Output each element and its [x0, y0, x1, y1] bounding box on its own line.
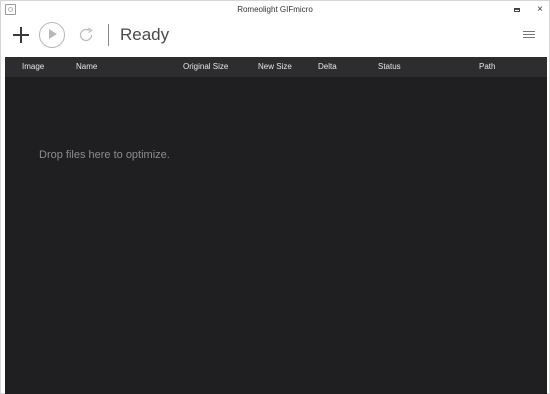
status-text: Ready [120, 25, 170, 44]
column-header-delta[interactable]: Delta [318, 62, 337, 71]
refresh-button[interactable] [76, 25, 96, 45]
column-header-status[interactable]: Status [378, 62, 401, 71]
column-header-original-size[interactable]: Original Size [183, 62, 228, 71]
toolbar-separator [108, 24, 109, 46]
add-files-button[interactable] [11, 25, 31, 45]
close-button[interactable]: × [532, 3, 548, 17]
title-bar: Romeolight GIFmicro × [1, 1, 549, 21]
table-header: Image Name Original Size New Size Delta … [5, 57, 547, 77]
close-icon: × [537, 4, 543, 15]
minimize-button[interactable] [509, 3, 525, 17]
refresh-icon [79, 27, 93, 42]
toolbar: Ready [1, 21, 549, 55]
column-header-new-size[interactable]: New Size [258, 62, 292, 71]
column-header-image[interactable]: Image [22, 62, 44, 71]
column-header-name[interactable]: Name [76, 62, 97, 71]
file-drop-area[interactable]: Drop files here to optimize. [5, 77, 547, 394]
hamburger-menu-icon[interactable] [523, 30, 535, 40]
column-header-path[interactable]: Path [479, 62, 495, 71]
app-window: Romeolight GIFmicro × Ready Image Name O… [0, 0, 550, 394]
start-optimize-button[interactable] [39, 22, 65, 48]
window-title: Romeolight GIFmicro [237, 5, 313, 14]
minimize-icon [514, 8, 520, 12]
drop-hint: Drop files here to optimize. [39, 149, 170, 161]
